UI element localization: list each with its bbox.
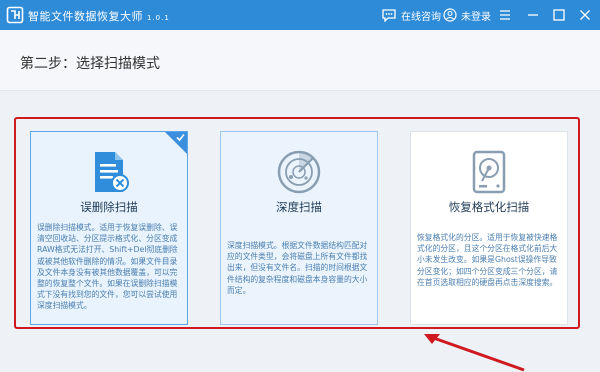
maximize-icon[interactable] <box>550 6 568 24</box>
app-version: 1.0.1 <box>147 14 170 22</box>
menu-icon[interactable] <box>496 6 514 24</box>
chat-icon <box>382 9 396 22</box>
online-consult-label: 在线咨询 <box>401 11 441 23</box>
step-header: 第二步：选择扫描模式 <box>0 30 600 91</box>
highlight-frame <box>14 117 580 329</box>
login-button[interactable]: 未登录 <box>443 6 491 24</box>
login-label: 未登录 <box>461 11 491 23</box>
online-consult-button[interactable]: 在线咨询 <box>381 6 441 24</box>
annotation-arrow <box>424 334 525 372</box>
app-logo-icon <box>6 6 24 24</box>
title-bar: 智能文件数据恢复大师 1.0.1 在线咨询 未登录 <box>0 0 600 30</box>
user-icon <box>443 8 457 22</box>
close-icon[interactable] <box>576 6 594 24</box>
minimize-icon[interactable] <box>524 6 542 24</box>
app-name: 智能文件数据恢复大师 <box>28 10 143 23</box>
page-title: 第二步：选择扫描模式 <box>20 56 160 72</box>
app-title: 智能文件数据恢复大师 1.0.1 <box>28 8 170 24</box>
